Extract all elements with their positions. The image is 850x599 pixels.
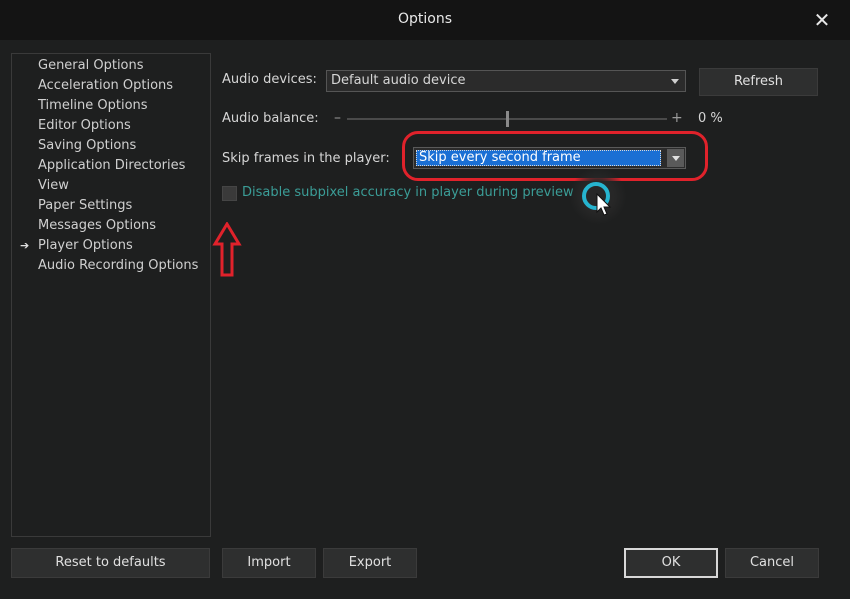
audio-devices-dropdown[interactable]: Default audio device: [326, 70, 686, 92]
sidebar-item-editor-options[interactable]: Editor Options: [38, 116, 131, 136]
sidebar-item-timeline-options[interactable]: Timeline Options: [38, 96, 148, 116]
red-up-arrow-icon: [212, 222, 242, 277]
selected-arrow-icon: ➔: [20, 239, 30, 252]
title-bar: Options ✕: [0, 0, 850, 40]
window-title: Options: [397, 11, 453, 27]
skip-frames-label: Skip frames in the player:: [222, 151, 390, 166]
subpixel-accuracy-label[interactable]: Disable subpixel accuracy in player duri…: [242, 183, 574, 203]
reset-to-defaults-button[interactable]: Reset to defaults: [11, 548, 210, 578]
refresh-button-label: Refresh: [733, 74, 784, 89]
audio-balance-value: 0 %: [698, 111, 723, 126]
audio-devices-label: Audio devices:: [222, 72, 317, 87]
sidebar-item-audio-recording-options[interactable]: Audio Recording Options: [38, 256, 198, 276]
sidebar-item-messages-options[interactable]: Messages Options: [38, 216, 156, 236]
balance-increase-button[interactable]: +: [671, 108, 683, 128]
sidebar-item-acceleration-options[interactable]: Acceleration Options: [38, 76, 173, 96]
balance-decrease-button[interactable]: –: [334, 108, 341, 128]
import-button-label: Import: [247, 555, 291, 570]
sidebar-item-saving-options[interactable]: Saving Options: [38, 136, 136, 156]
export-button-label: Export: [348, 555, 392, 570]
cancel-button-label: Cancel: [749, 555, 795, 570]
import-button[interactable]: Import: [222, 548, 316, 578]
sidebar-item-general-options[interactable]: General Options: [38, 56, 144, 76]
red-highlight-oval: [402, 131, 708, 181]
sidebar-item-paper-settings[interactable]: Paper Settings: [38, 196, 132, 216]
close-icon[interactable]: ✕: [810, 9, 834, 31]
export-button[interactable]: Export: [323, 548, 417, 578]
reset-button-label: Reset to defaults: [55, 555, 166, 570]
mouse-pointer-icon: [596, 193, 612, 216]
ok-button[interactable]: OK: [624, 548, 718, 578]
sidebar-item-application-directories[interactable]: Application Directories: [38, 156, 185, 176]
audio-balance-label: Audio balance:: [222, 111, 319, 126]
audio-devices-value: Default audio device: [331, 73, 466, 88]
audio-balance-slider-thumb[interactable]: [506, 111, 509, 127]
cancel-button[interactable]: Cancel: [725, 548, 819, 578]
sidebar-item-view[interactable]: View: [38, 176, 69, 196]
refresh-button[interactable]: Refresh: [699, 68, 818, 96]
ok-button-label: OK: [661, 555, 681, 570]
subpixel-accuracy-checkbox[interactable]: [222, 186, 237, 201]
chevron-down-icon: [671, 79, 679, 84]
sidebar-item-player-options[interactable]: Player Options: [38, 236, 133, 256]
